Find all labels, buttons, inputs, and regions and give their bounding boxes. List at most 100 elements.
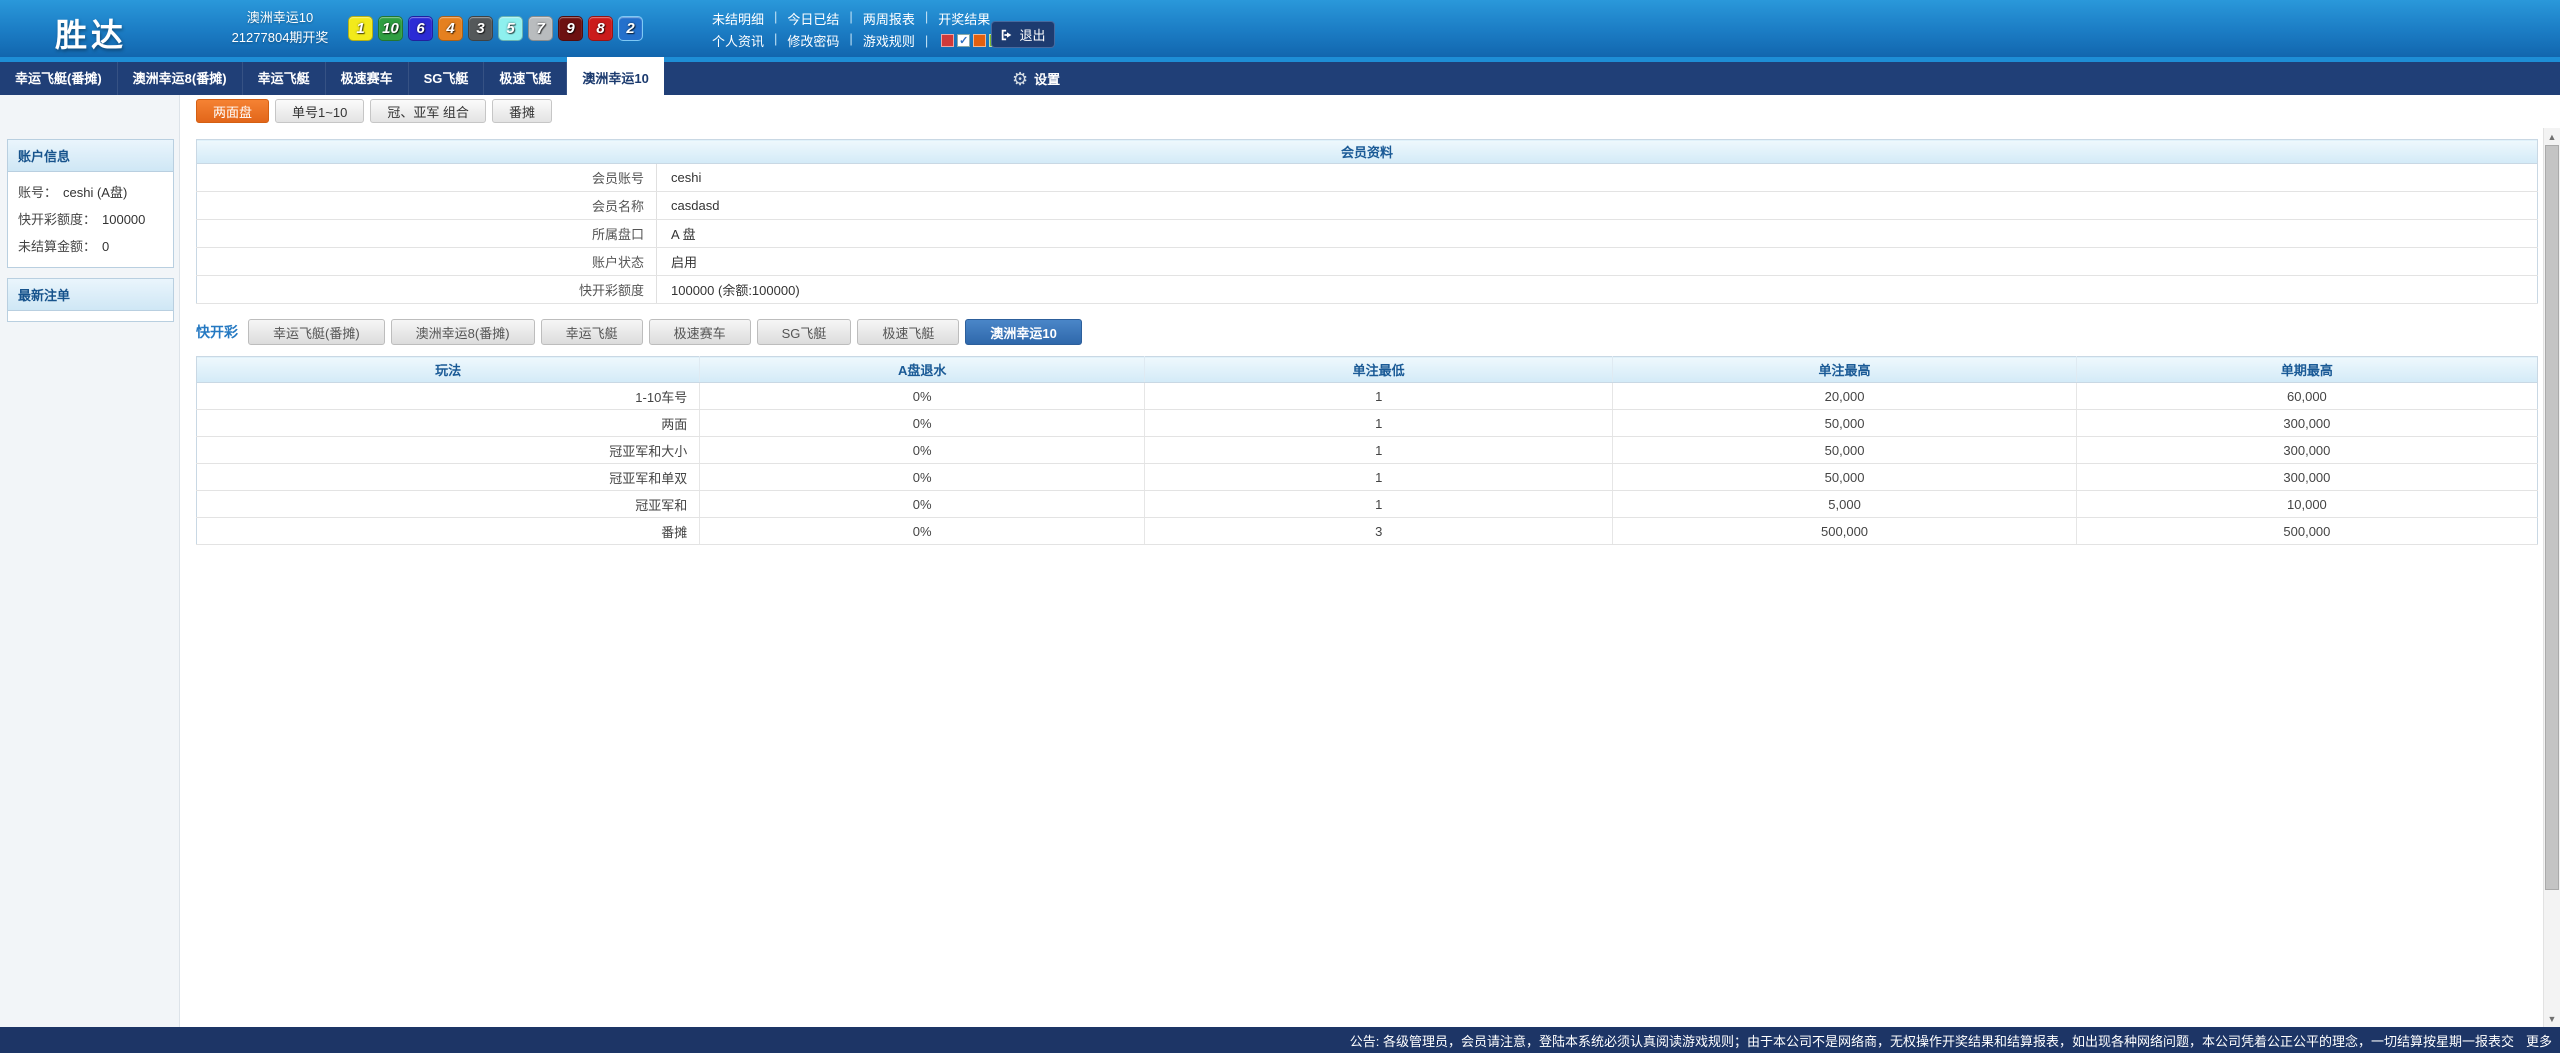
member-label: 账户状态 — [197, 248, 657, 276]
more-link[interactable]: 更多 — [2526, 1031, 2552, 1050]
limits-cell: 50,000 — [1613, 437, 2077, 464]
limits-cell: 0% — [700, 437, 1145, 464]
result-ball: 10 — [378, 16, 403, 41]
skin-swatch-orange[interactable] — [973, 34, 986, 47]
limits-col-rebate: A盘退水 — [700, 357, 1145, 383]
limits-cell: 3 — [1145, 518, 1613, 545]
member-value: casdasd — [657, 192, 2538, 220]
limits-cell: 冠亚军和单双 — [197, 464, 700, 491]
limits-cell: 冠亚军和 — [197, 491, 700, 518]
limits-cell: 300,000 — [2076, 410, 2537, 437]
member-label: 所属盘口 — [197, 220, 657, 248]
bet-limits-table: 玩法 A盘退水 单注最低 单注最高 单期最高 1-10车号 0% 1 20,00… — [196, 356, 2538, 545]
limits-cell: 0% — [700, 410, 1145, 437]
link-personal-info[interactable]: 个人资讯 — [712, 31, 764, 50]
limits-cell: 1 — [1145, 410, 1613, 437]
limits-col-max: 单注最高 — [1613, 357, 2077, 383]
account-row-credit: 快开彩额度：100000 — [16, 205, 165, 232]
result-ball: 3 — [468, 16, 493, 41]
tab-fantan[interactable]: 番摊 — [492, 99, 552, 123]
link-unsettled-detail[interactable]: 未结明细 — [712, 9, 764, 28]
play-mode-tabs: 两面盘 单号1~10 冠、亚军 组合 番摊 — [196, 99, 2538, 123]
limits-cell: 番摊 — [197, 518, 700, 545]
account-label: 未结算金额： — [18, 239, 96, 254]
logout-button[interactable]: 退出 — [991, 21, 1055, 48]
latest-bets-panel: 最新注单 — [7, 278, 174, 322]
lottery-info: 澳洲幸运10 21277804期开奖 — [205, 8, 355, 48]
account-panel-title: 账户信息 — [8, 140, 173, 172]
limits-cell: 1-10车号 — [197, 383, 700, 410]
nav-tab-speed-racing[interactable]: 极速赛车 — [326, 62, 409, 95]
game-btn-au-lucky10[interactable]: 澳洲幸运10 — [965, 319, 1081, 345]
nav-tab-au-lucky10[interactable]: 澳洲幸运10 — [567, 57, 663, 95]
link-game-rules[interactable]: 游戏规则 — [839, 31, 914, 50]
limits-cell: 10,000 — [2076, 491, 2537, 518]
nav-tab-speed-airship[interactable]: 极速飞艇 — [484, 62, 567, 95]
announcement-text: 公告: 各级管理员，会员请注意，登陆本系统必须认真阅读游戏规则；由于本公司不是网… — [1350, 1031, 2514, 1050]
table-row: 冠亚军和 0% 1 5,000 10,000 — [197, 491, 2538, 518]
game-btn-lucky-airship[interactable]: 幸运飞艇 — [541, 319, 643, 345]
brand-logo: 胜达 — [55, 10, 127, 56]
nav-tab-au-lucky8-fantan[interactable]: 澳洲幸运8(番摊) — [118, 62, 243, 95]
account-row-unsettled: 未结算金额： 0 — [16, 232, 165, 259]
logout-label: 退出 — [1019, 25, 1045, 44]
game-btn-au-lucky8-fantan[interactable]: 澳洲幸运8(番摊) — [391, 319, 535, 345]
footer-announcement-bar: 公告: 各级管理员，会员请注意，登陆本系统必须认真阅读游戏规则；由于本公司不是网… — [0, 1027, 2560, 1053]
limits-cell: 1 — [1145, 437, 1613, 464]
member-table-title: 会员资料 — [197, 140, 2538, 164]
table-row: 冠亚军和大小 0% 1 50,000 300,000 — [197, 437, 2538, 464]
game-btn-sg-airship[interactable]: SG飞艇 — [757, 319, 852, 345]
tab-two-sides[interactable]: 两面盘 — [196, 99, 269, 123]
quick-lottery-row: 快开彩 幸运飞艇(番摊) 澳洲幸运8(番摊) 幸运飞艇 极速赛车 SG飞艇 极速… — [196, 319, 2538, 345]
table-row: 所属盘口 A 盘 — [197, 220, 2538, 248]
member-value: 100000 (余额:100000) — [657, 276, 2538, 304]
limits-cell: 0% — [700, 383, 1145, 410]
limits-col-play: 玩法 — [197, 357, 700, 383]
settings-button[interactable]: ⚙ 设置 — [1012, 62, 1060, 95]
result-ball: 8 — [588, 16, 613, 41]
scrollbar-down-arrow-icon[interactable]: ▼ — [2544, 1010, 2560, 1027]
limits-cell: 500,000 — [1613, 518, 2077, 545]
table-row: 会员账号 ceshi — [197, 164, 2538, 192]
link-biweekly-report[interactable]: 两周报表 — [839, 9, 914, 28]
link-settled-today[interactable]: 今日已结 — [764, 9, 839, 28]
tab-champion-combo[interactable]: 冠、亚军 组合 — [370, 99, 486, 123]
account-row-username: 账号：ceshi (A盘) — [16, 178, 165, 205]
limits-cell: 50,000 — [1613, 464, 2077, 491]
game-btn-lucky-airship-fantan[interactable]: 幸运飞艇(番摊) — [248, 319, 385, 345]
nav-tab-sg-airship[interactable]: SG飞艇 — [409, 62, 485, 95]
game-btn-speed-racing[interactable]: 极速赛车 — [649, 319, 751, 345]
scrollbar-up-arrow-icon[interactable]: ▲ — [2544, 128, 2560, 145]
limits-cell: 20,000 — [1613, 383, 2077, 410]
settings-label: 设置 — [1034, 69, 1060, 88]
account-value: 0 — [102, 239, 109, 254]
limits-header-row: 玩法 A盘退水 单注最低 单注最高 单期最高 — [197, 357, 2538, 383]
link-change-password[interactable]: 修改密码 — [764, 31, 839, 50]
scrollbar-thumb[interactable] — [2545, 145, 2559, 890]
header-links: 未结明细 今日已结 两周报表 开奖结果 个人资讯 修改密码 游戏规则 ✓ — [712, 7, 1002, 51]
main-area: 两面盘 单号1~10 冠、亚军 组合 番摊 会员资料 会员账号 ceshi 会员… — [180, 95, 2560, 1027]
link-draw-results[interactable]: 开奖结果 — [915, 9, 990, 28]
skin-swatch-red[interactable] — [941, 34, 954, 47]
tab-single-1-10[interactable]: 单号1~10 — [275, 99, 364, 123]
member-label: 快开彩额度 — [197, 276, 657, 304]
limits-cell: 5,000 — [1613, 491, 2077, 518]
table-row: 1-10车号 0% 1 20,000 60,000 — [197, 383, 2538, 410]
limits-cell: 500,000 — [2076, 518, 2537, 545]
nav-tab-lucky-airship-fantan[interactable]: 幸运飞艇(番摊) — [0, 62, 118, 95]
limits-col-min: 单注最低 — [1145, 357, 1613, 383]
account-info-panel: 账户信息 账号：ceshi (A盘) 快开彩额度：100000 未结算金额： 0 — [7, 139, 174, 268]
skin-swatch-checkbox[interactable]: ✓ — [957, 34, 970, 47]
result-ball: 9 — [558, 16, 583, 41]
limits-cell: 0% — [700, 491, 1145, 518]
member-value: A 盘 — [657, 220, 2538, 248]
result-ball: 4 — [438, 16, 463, 41]
table-row: 两面 0% 1 50,000 300,000 — [197, 410, 2538, 437]
limits-cell: 1 — [1145, 383, 1613, 410]
account-label: 账号： — [18, 185, 57, 200]
draw-result-balls: 1 10 6 4 3 5 7 9 8 2 — [348, 16, 643, 41]
nav-tab-lucky-airship[interactable]: 幸运飞艇 — [243, 62, 326, 95]
vertical-scrollbar[interactable]: ▲ ▼ — [2543, 128, 2560, 1027]
game-btn-speed-airship[interactable]: 极速飞艇 — [857, 319, 959, 345]
limits-cell: 1 — [1145, 464, 1613, 491]
